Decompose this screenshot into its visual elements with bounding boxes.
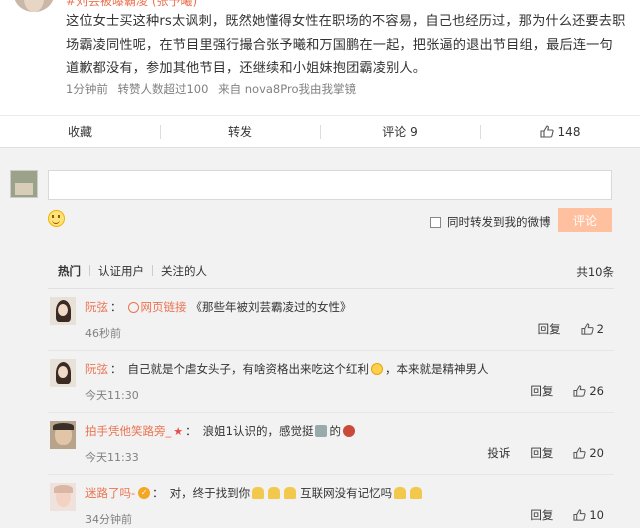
comment-time: 46秒前 xyxy=(85,327,121,340)
angry-emoji-icon xyxy=(342,425,355,437)
tab-hot[interactable]: 热门 xyxy=(58,263,81,279)
emoji-icon[interactable] xyxy=(48,210,65,227)
avatar[interactable] xyxy=(50,297,76,325)
thumbs-up-icon xyxy=(573,447,586,459)
comment-text: 自己就是个虐女头子，有啥资格出来吃这个红利 xyxy=(127,362,370,376)
comment-like-count: 2 xyxy=(596,322,604,336)
tab-following[interactable]: 关注的人 xyxy=(161,263,207,279)
submit-comment-button[interactable]: 评论 xyxy=(558,208,612,232)
forward-checkbox[interactable] xyxy=(430,216,441,228)
comment-input[interactable] xyxy=(48,170,612,200)
reply-button[interactable]: 回复 xyxy=(538,321,561,337)
comment-text-tail: 互联网没有记忆吗 xyxy=(300,486,393,500)
colon: ： xyxy=(110,362,122,376)
pray-emoji-icon xyxy=(268,487,281,499)
colon: ： xyxy=(152,486,164,500)
report-button[interactable]: 投诉 xyxy=(487,445,510,461)
web-link[interactable]: 网页链接 xyxy=(141,299,187,315)
star-badge-icon: ★ xyxy=(173,424,184,438)
link-icon xyxy=(127,301,139,313)
comment-text: 《那些年被刘芸霸凌过的女性》 xyxy=(190,300,352,314)
comment-ops: 回复 26 xyxy=(510,383,604,399)
thumbs-up-icon xyxy=(581,323,594,335)
vip-badge-icon: ✓ xyxy=(138,487,151,499)
post-source[interactable]: 来自 nova8Pro我由我掌镜 xyxy=(218,82,356,96)
forward-to-weibo-option[interactable]: 同时转发到我的微博 xyxy=(430,214,551,230)
comment-body: 迷路了吗- ✓ ： 对，终于找到你 互联网没有记忆吗 xyxy=(85,485,424,501)
my-avatar xyxy=(10,170,38,198)
comment-username[interactable]: 阮弦 xyxy=(85,361,108,377)
tab-divider xyxy=(152,265,153,276)
thumbs-up-icon xyxy=(573,385,586,397)
post-topic-link[interactable]: #刘芸被曝霸凌 (张予曦) xyxy=(66,0,197,9)
like-button[interactable]: 148 xyxy=(480,116,640,147)
comment-like-count: 20 xyxy=(589,446,604,460)
thinking-emoji-icon xyxy=(371,363,383,375)
avatar[interactable] xyxy=(50,483,76,511)
comment-username[interactable]: 阮弦 xyxy=(85,299,108,315)
comment-like-button[interactable]: 10 xyxy=(573,508,604,522)
colon: ： xyxy=(110,300,122,314)
comment-time: 今天11:33 xyxy=(85,451,139,464)
comment-like-button[interactable]: 20 xyxy=(573,446,604,460)
comment-text-tail: 的 xyxy=(329,424,341,438)
reply-button[interactable]: 回复 xyxy=(530,507,553,523)
comment-like-count: 26 xyxy=(589,384,604,398)
post-time[interactable]: 1分钟前 xyxy=(66,82,108,96)
comment-tabs: 热门 认证用户 关注的人 共10条 xyxy=(48,253,614,289)
comment-button[interactable]: 评论 9 xyxy=(320,116,480,147)
collect-label: 收藏 xyxy=(67,125,92,139)
tab-verified[interactable]: 认证用户 xyxy=(98,263,144,279)
comment-ops: 回复 2 xyxy=(518,321,604,337)
forward-label: 转发 xyxy=(227,125,252,139)
comment-label: 评论 9 xyxy=(382,125,418,139)
collect-button[interactable]: 收藏 xyxy=(0,116,160,147)
avatar[interactable] xyxy=(50,359,76,387)
comment-ops: 回复 10 xyxy=(510,507,604,523)
comment-section: 同时转发到我的微博 评论 热门 认证用户 关注的人 共10条 阮弦 ： 网页链接… xyxy=(0,147,640,528)
comment-like-button[interactable]: 26 xyxy=(573,384,604,398)
forward-button[interactable]: 转发 xyxy=(160,116,320,147)
pray-emoji-icon xyxy=(252,487,265,499)
comment-ops: 投诉 回复 20 xyxy=(467,445,604,461)
comment-body: 拍手凭他笑路旁_ ★ ： 浪姐1认识的，感觉挺 的 xyxy=(85,423,357,439)
weibo-post: #刘芸被曝霸凌 (张予曦) 这位女士买这种rs太讽刺，既然她懂得女性在职场的不容… xyxy=(0,0,640,115)
avatar[interactable] xyxy=(50,421,76,449)
comment-item: 拍手凭他笑路旁_ ★ ： 浪姐1认识的，感觉挺 的 今天11:33 投诉 回复 … xyxy=(48,413,614,475)
post-forward-count: 转赞人数超过100 xyxy=(117,82,209,96)
colon: ： xyxy=(185,424,197,438)
computer-emoji-icon xyxy=(315,425,328,437)
post-author-avatar[interactable] xyxy=(14,0,54,12)
thumbs-up-icon xyxy=(573,509,586,521)
post-action-bar: 收藏 转发 评论 9 148 xyxy=(0,115,640,147)
post-meta: 1分钟前 转赞人数超过100 来自 nova8Pro我由我掌镜 xyxy=(66,81,362,97)
comment-time: 今天11:30 xyxy=(85,389,139,402)
thumbs-up-icon xyxy=(539,125,554,138)
comment-text: 浪姐1认识的，感觉挺 xyxy=(202,424,314,438)
comment-item: 迷路了吗- ✓ ： 对，终于找到你 互联网没有记忆吗 34分钟前 回复 10 xyxy=(48,475,614,528)
comment-body: 阮弦 ： 网页链接 《那些年被刘芸霸凌过的女性》 xyxy=(85,299,352,315)
comment-text-tail: ，本来就是精神男人 xyxy=(385,362,489,376)
comment-username[interactable]: 迷路了吗- xyxy=(85,485,135,501)
pray-emoji-icon xyxy=(284,487,297,499)
comment-list: 热门 认证用户 关注的人 共10条 阮弦 ： 网页链接 《那些年被刘芸霸凌过的女… xyxy=(48,253,614,528)
comment-item: 阮弦 ： 网页链接 《那些年被刘芸霸凌过的女性》 46秒前 回复 2 xyxy=(48,289,614,351)
like-count: 148 xyxy=(557,124,581,139)
comment-like-button[interactable]: 2 xyxy=(581,322,604,336)
forward-checkbox-label: 同时转发到我的微博 xyxy=(447,215,551,229)
comment-like-count: 10 xyxy=(589,508,604,522)
post-text: 这位女士买这种rs太讽刺，既然她懂得女性在职场的不容易，自己也经历过，那为什么还… xyxy=(66,14,626,76)
comment-item: 阮弦 ： 自己就是个虐女头子，有啥资格出来吃这个红利 ，本来就是精神男人 今天1… xyxy=(48,351,614,413)
reply-button[interactable]: 回复 xyxy=(530,383,553,399)
tab-divider xyxy=(89,265,90,276)
pray-emoji-icon xyxy=(394,487,407,499)
comment-time: 34分钟前 xyxy=(85,513,132,526)
comment-username[interactable]: 拍手凭他笑路旁_ xyxy=(85,423,171,439)
reply-button[interactable]: 回复 xyxy=(530,445,553,461)
pray-emoji-icon xyxy=(410,487,423,499)
comment-text: 对，终于找到你 xyxy=(169,486,251,500)
comment-body: 阮弦 ： 自己就是个虐女头子，有啥资格出来吃这个红利 ，本来就是精神男人 xyxy=(85,361,489,377)
comment-total: 共10条 xyxy=(576,265,614,279)
